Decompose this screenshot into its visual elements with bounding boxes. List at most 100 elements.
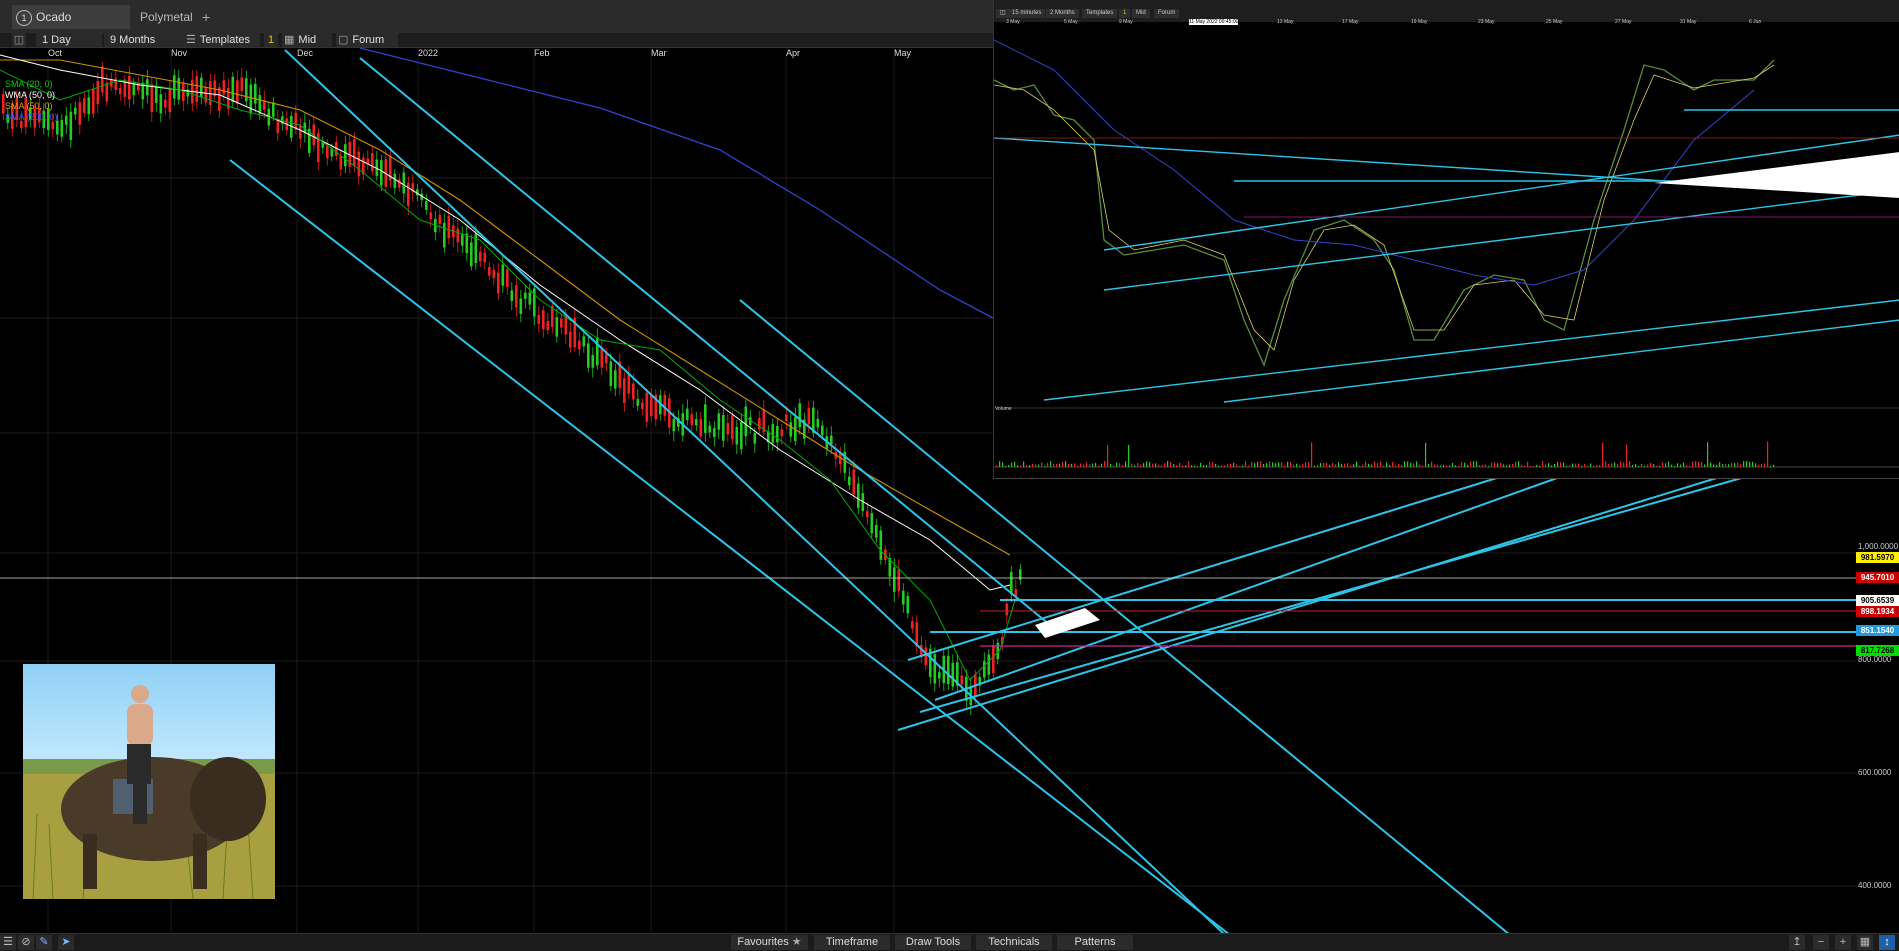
technicals-button[interactable]: Technicals: [976, 935, 1052, 950]
volume-bar: [1386, 462, 1388, 467]
zoom-out-icon[interactable]: −: [1813, 935, 1829, 950]
volume-bar: [1536, 464, 1538, 467]
volume-bar: [1671, 464, 1673, 467]
draw-tools-button[interactable]: Draw Tools: [895, 935, 971, 950]
legend-item[interactable]: SMA (200, 0): [5, 112, 58, 123]
zoom-in-icon[interactable]: +: [1835, 935, 1851, 950]
candle-body: [443, 222, 446, 248]
volume-bar: [1203, 465, 1205, 467]
date-label: 5 May: [1064, 19, 1078, 25]
legend-item[interactable]: SMA (50, 0): [5, 101, 58, 112]
price-type-select[interactable]: ▦ Mid: [282, 33, 332, 47]
volume-bar: [1674, 465, 1676, 467]
tab-ocado-group[interactable]: 1Ocado Group⚲✕: [12, 5, 130, 48]
volume-bar: [1371, 464, 1373, 467]
candle-body: [555, 317, 559, 337]
candle-body: [371, 153, 374, 172]
scale-icon[interactable]: ↕: [1879, 935, 1895, 950]
add-tab-button[interactable]: +: [202, 5, 210, 29]
candle-body: [209, 81, 212, 105]
inset-chart-window[interactable]: ◫ 15 minutes 2 Months Templates 1 Mid Fo…: [993, 0, 1899, 479]
volume-bar: [1278, 462, 1280, 467]
volume-bar: [1413, 463, 1415, 467]
candle-body: [200, 77, 203, 98]
price-tag-yellow: 981.5970: [1856, 552, 1899, 563]
volume-bar: [1521, 464, 1523, 467]
interval-select[interactable]: 1 Day: [36, 33, 102, 47]
inset-price-chart[interactable]: [994, 27, 1899, 478]
inset-range-select[interactable]: 2 Months: [1046, 9, 1079, 18]
templates-button[interactable]: ☰ Templates: [184, 33, 260, 47]
date-label: 6 Jun: [1749, 19, 1762, 25]
tab-number: 1: [16, 9, 32, 26]
forum-button[interactable]: ▢ Forum: [336, 33, 398, 47]
volume-bar: [1431, 461, 1433, 467]
candle-body: [560, 318, 563, 328]
volume-bar: [1635, 463, 1637, 467]
grid-icon[interactable]: ▦: [1857, 935, 1873, 950]
cursor-icon[interactable]: ➤: [58, 935, 74, 950]
candle-body: [830, 435, 833, 444]
volume-bar: [1443, 464, 1445, 467]
volume-bar: [1137, 463, 1139, 467]
menu-icon[interactable]: ☰: [0, 935, 16, 950]
volume-bar: [1647, 464, 1649, 467]
inset-date-axis: 3 May 5 May 9 May 11 May 2022 09:45:00 1…: [994, 19, 1899, 27]
tab-polymetal[interactable]: Polymetal: [140, 5, 193, 29]
candle-body: [740, 421, 743, 450]
candle-body: [479, 251, 482, 262]
volume-bar: [1323, 462, 1325, 467]
volume-bar: [1308, 462, 1310, 467]
volume-bar: [1305, 462, 1307, 467]
volume-bar: [1329, 464, 1331, 467]
volume-bar: [1401, 464, 1403, 467]
volume-bar: [1764, 463, 1766, 467]
inset-forum-button[interactable]: Forum: [1154, 9, 1180, 18]
volume-bar: [1128, 444, 1130, 467]
legend-item[interactable]: WMA (50, 0): [5, 90, 58, 101]
candle-body: [240, 77, 244, 92]
volume-bar: [1683, 462, 1685, 467]
volume-bar: [1515, 461, 1517, 467]
volume-bar: [1731, 462, 1733, 467]
volume-bar: [1677, 463, 1679, 467]
candle-body: [731, 415, 734, 440]
date-label: 17 May: [1342, 19, 1359, 25]
candle-body: [510, 290, 514, 302]
volume-bar: [1734, 463, 1736, 467]
volume-bar: [1368, 463, 1370, 467]
volume-bar: [1116, 462, 1118, 467]
export-icon[interactable]: ↥: [1789, 935, 1805, 950]
date-label: 31 May: [1680, 19, 1697, 25]
candle-body: [51, 122, 55, 130]
volume-bar: [1212, 462, 1214, 467]
candle-body: [173, 75, 176, 99]
patterns-button[interactable]: Patterns: [1057, 935, 1133, 950]
inset-interval-select[interactable]: 15 minutes: [1008, 9, 1046, 18]
timeframe-button[interactable]: Timeframe: [814, 935, 890, 950]
inset-templates-button[interactable]: Templates: [1082, 9, 1118, 18]
volume-bar: [1020, 465, 1022, 467]
volume-bar: [1545, 464, 1547, 467]
volume-bar: [1755, 463, 1757, 467]
candle-body: [542, 310, 545, 330]
range-select[interactable]: 9 Months: [104, 33, 186, 47]
volume-bar: [1773, 464, 1775, 467]
pencil-icon[interactable]: ✎: [36, 935, 52, 950]
favourites-button[interactable]: Favourites ★: [731, 935, 808, 950]
layout-icon[interactable]: ◫: [12, 33, 26, 47]
no-entry-icon[interactable]: ⊘: [18, 935, 34, 950]
legend-item[interactable]: SMA (20, 0): [5, 79, 58, 90]
price-type-label: Mid: [298, 34, 317, 46]
price-tag-white: 905.6539: [1856, 595, 1899, 606]
volume-bar: [999, 461, 1001, 467]
tab-bar: 1Ocado Group⚲✕ Polymetal +: [0, 0, 993, 48]
candle-body: [92, 88, 95, 114]
candle-body: [272, 102, 275, 117]
candle-body: [744, 406, 748, 437]
volume-bar: [1539, 465, 1541, 467]
volume-bar: [1287, 461, 1289, 467]
volume-bar: [1638, 465, 1640, 467]
volume-bar: [1089, 464, 1091, 467]
inset-price-type[interactable]: Mid: [1132, 9, 1150, 18]
